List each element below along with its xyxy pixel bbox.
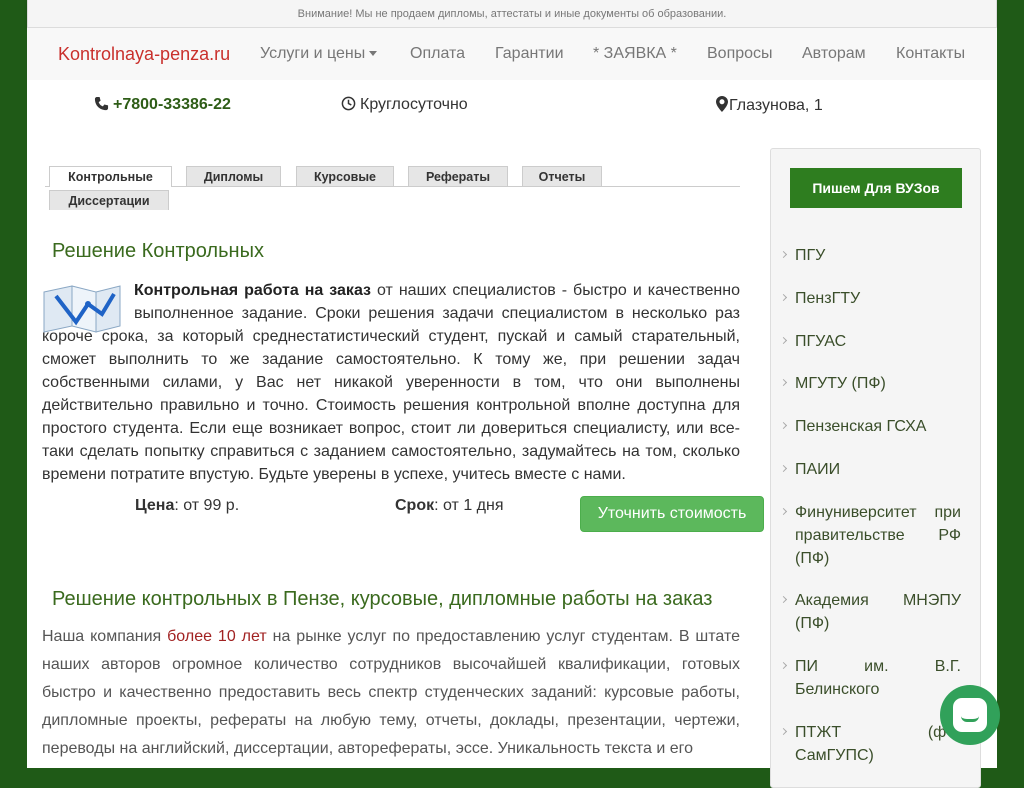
nav-guarantees[interactable]: Гарантии [495, 45, 564, 63]
price-info: Цена: от 99 р. [135, 497, 240, 514]
sidebar-item-belinsky[interactable]: ПИ им. В.Г. Белинского [791, 655, 961, 701]
tab-otchety[interactable]: Отчеты [522, 166, 602, 186]
nav-authors[interactable]: Авторам [802, 45, 866, 63]
notice-bar: Внимание! Мы не продаем дипломы, аттеста… [27, 0, 997, 28]
sidebar-item-ptzht[interactable]: ПТЖТ (ф-л СамГУПС) [791, 721, 961, 767]
company-paragraph: Наша компания более 10 лет на рынке услу… [42, 628, 741, 757]
nav-questions[interactable]: Вопросы [707, 45, 773, 63]
page-frame: Внимание! Мы не продаем дипломы, аттеста… [27, 0, 997, 788]
intro-paragraph: Контрольная работа на заказ от наших спе… [42, 282, 740, 483]
nav-contacts[interactable]: Контакты [896, 45, 965, 63]
nav-services[interactable]: Услуги и цены [260, 45, 378, 63]
sidebar-item-mnepu[interactable]: Академия МНЭПУ (ПФ) [791, 589, 961, 635]
map-marker-icon [716, 96, 728, 112]
main-content: Контрольные Дипломы Курсовые Рефераты От… [27, 132, 997, 788]
address: Глазунова, 1 [716, 96, 823, 115]
check-price-button[interactable]: Уточнить стоимость [580, 496, 764, 532]
navbar: Kontrolnaya-penza.ru Услуги и цены Оплат… [27, 28, 997, 81]
sidebar-item-finuniversitet[interactable]: Финуниверситет при правительстве РФ (ПФ) [791, 501, 961, 570]
phone-contact[interactable]: +7800-33386-22 [94, 96, 231, 114]
contacts-bar: +7800-33386-22 Круглосуточно Глазунова, … [27, 80, 997, 132]
sidebar-item-penza-gsha[interactable]: Пензенская ГСХА [791, 415, 961, 438]
tab-kursovye[interactable]: Курсовые [296, 166, 394, 186]
chat-widget-button[interactable] [940, 685, 1000, 745]
phone-icon [94, 96, 109, 111]
section-title: Решение Контрольных [52, 240, 264, 262]
sidebar-item-pguas[interactable]: ПГУАС [791, 330, 961, 353]
sidebar-item-penzgtu[interactable]: ПензГТУ [791, 287, 961, 310]
brand-link[interactable]: Kontrolnaya-penza.ru [58, 44, 230, 65]
nav-payment[interactable]: Оплата [410, 45, 465, 63]
tab-diplomy[interactable]: Дипломы [186, 166, 281, 186]
term-info: Срок: от 1 дня [395, 497, 504, 514]
sidebar-item-pgu[interactable]: ПГУ [791, 244, 961, 267]
caret-down-icon [369, 51, 378, 57]
sidebar-item-paii[interactable]: ПАИИ [791, 458, 961, 481]
section-title-2: Решение контрольных в Пензе, курсовые, д… [52, 588, 713, 610]
sidebar-heading[interactable]: Пишем Для ВУЗов [790, 168, 962, 208]
nav-order[interactable]: * ЗАЯВКА * [593, 45, 677, 63]
clock-icon [341, 96, 356, 111]
tab-referaty[interactable]: Рефераты [408, 166, 508, 186]
working-hours: Круглосуточно [341, 96, 468, 114]
chat-icon [953, 698, 987, 732]
experience-highlight: более 10 лет [167, 628, 273, 645]
intro-bold: Контрольная работа на заказ [134, 282, 371, 299]
tab-kontrolnye[interactable]: Контрольные [49, 166, 172, 187]
sidebar-item-mgutu[interactable]: МГУТУ (ПФ) [791, 372, 961, 395]
tab-dissertacii[interactable]: Диссертации [49, 190, 169, 210]
